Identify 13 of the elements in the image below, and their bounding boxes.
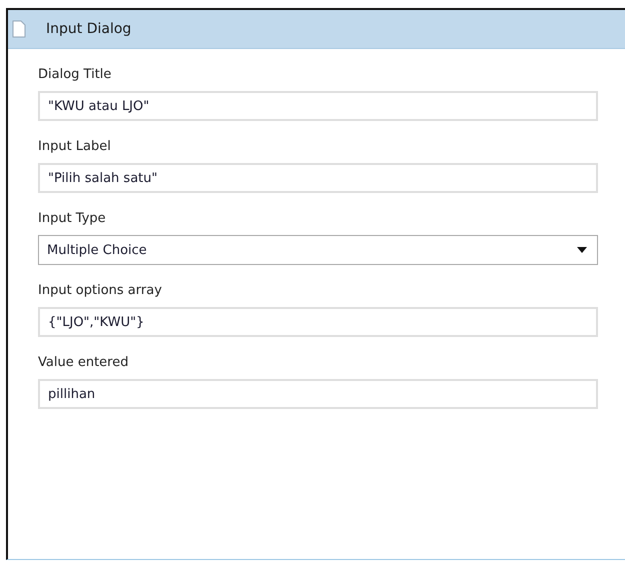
input-field[interactable]: pillihan bbox=[38, 379, 598, 409]
dropdown-caret-icon bbox=[577, 247, 587, 253]
panel-title: Input Dialog bbox=[46, 21, 132, 37]
type-dropdown[interactable]: Multiple Choice bbox=[38, 235, 598, 265]
field-label: Input options array bbox=[38, 282, 163, 300]
input-field[interactable]: {"LJO","KWU"} bbox=[38, 307, 598, 337]
field-label: Input Label bbox=[38, 138, 112, 156]
field-label: Dialog Title bbox=[38, 66, 112, 84]
document-icon bbox=[12, 20, 26, 38]
field-label: Input Type bbox=[38, 210, 107, 228]
field-label: Value entered bbox=[38, 354, 130, 372]
input-field[interactable]: "Pilih salah satu" bbox=[38, 163, 598, 193]
input-field[interactable]: "KWU atau LJO" bbox=[38, 91, 598, 121]
